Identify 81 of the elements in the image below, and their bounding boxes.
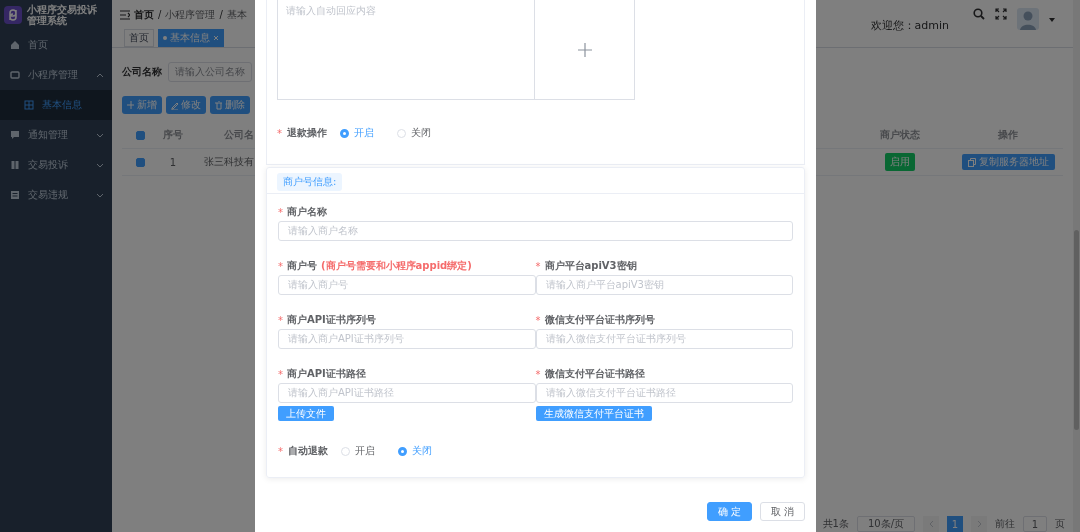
field-label: 商户名称	[287, 205, 327, 219]
upload-button[interactable]: 上传文件	[278, 406, 334, 421]
required-mark: *	[278, 445, 283, 457]
grid-icon	[24, 100, 34, 110]
caret-icon	[96, 131, 104, 139]
section-tag: 商户号信息:	[277, 173, 343, 191]
goto-label: 前往	[995, 517, 1015, 531]
copy-button[interactable]: 复制服务器地址	[961, 154, 1055, 170]
welcome-text: 欢迎您：admin	[870, 18, 949, 33]
total-count: 共1条	[822, 517, 849, 531]
edit-button[interactable]: 修改	[166, 96, 206, 114]
close-icon	[213, 35, 219, 41]
add-button[interactable]: 新增	[122, 96, 162, 114]
breadcrumb-separator: /	[219, 9, 223, 20]
field-label: 商户API证书序列号	[287, 313, 376, 327]
field-label: 微信支付平台证书路径	[544, 367, 645, 381]
field-label: 商户平台apiV3密钥	[544, 259, 637, 273]
trash-icon	[215, 100, 222, 110]
page-input[interactable]: 1	[1023, 516, 1047, 532]
plus-icon	[577, 42, 592, 57]
field-label: 商户号	[287, 259, 317, 273]
menu-item[interactable]: 交易投诉	[0, 150, 112, 180]
page-button[interactable]: 1	[947, 516, 963, 532]
scrollbar[interactable]	[1073, 0, 1080, 532]
chevron-left-icon	[928, 521, 934, 527]
app-title: 小程序交易投诉 管理系统	[27, 4, 97, 26]
image-upload[interactable]	[535, 0, 635, 100]
breadcrumb-link[interactable]: 首页	[134, 7, 154, 22]
radio-option[interactable]: 开启	[340, 126, 374, 140]
breadcrumb-separator: /	[158, 9, 162, 20]
caret-icon	[96, 71, 104, 79]
required-mark: *	[535, 260, 541, 272]
required-mark: *	[278, 260, 283, 272]
required-mark: *	[535, 314, 541, 326]
pencil-icon	[171, 100, 178, 110]
radio-option[interactable]: 关闭	[398, 444, 432, 458]
logo-icon	[4, 6, 22, 24]
plus-icon	[127, 100, 134, 110]
page-tab[interactable]: 基本信息	[158, 29, 224, 47]
chevron-right-icon	[976, 521, 982, 527]
delete-button[interactable]: 删除	[210, 96, 250, 114]
menu-item[interactable]: 交易违规	[0, 180, 112, 210]
submenu-item[interactable]: 基本信息	[0, 90, 112, 120]
status-tag: 启用	[885, 153, 915, 171]
caret-icon	[96, 191, 104, 199]
radio-option[interactable]: 关闭	[397, 126, 431, 140]
page-tab[interactable]: 首页	[124, 29, 154, 47]
caret-icon	[96, 161, 104, 169]
radio[interactable]	[398, 446, 407, 456]
checkbox[interactable]	[135, 157, 145, 167]
checkbox[interactable]	[135, 130, 145, 140]
table-cell-text: 1	[168, 156, 178, 168]
field-label: 自动退款	[288, 444, 328, 458]
table-cell: 张三科技有	[204, 156, 254, 167]
required-mark: *	[278, 314, 283, 326]
required-mark: *	[535, 368, 541, 380]
prev-page-button[interactable]	[923, 516, 939, 532]
fullscreen-icon	[995, 8, 1007, 20]
next-page-button[interactable]	[971, 516, 987, 532]
breadcrumb-link[interactable]: 基本	[226, 7, 247, 22]
avatar[interactable]	[1017, 8, 1039, 30]
menu-item[interactable]: 首页	[0, 30, 112, 60]
field-label: 退款操作	[287, 126, 327, 140]
field-label: 公司名称	[122, 65, 162, 79]
required-mark: *	[277, 127, 282, 139]
caret-icon	[1049, 18, 1055, 22]
copy-icon	[967, 157, 976, 167]
field-label: 微信支付平台证书序列号	[544, 313, 655, 327]
radio-option[interactable]: 开启	[341, 444, 375, 458]
cancel-button[interactable]: 取 消	[759, 502, 805, 521]
confirm-button[interactable]: 确 定	[706, 502, 752, 521]
radio[interactable]	[340, 128, 349, 138]
upload-button[interactable]: 生成微信支付平台证书	[535, 406, 652, 421]
breadcrumb-link[interactable]: 小程序管理	[165, 7, 216, 22]
search-icon	[973, 8, 985, 20]
required-mark: *	[278, 368, 283, 380]
hint-text: (商户号需要和小程序appid绑定)	[321, 259, 472, 273]
page-unit: 页	[1055, 517, 1065, 531]
page-size-select[interactable]: 10条/页	[856, 516, 915, 532]
required-mark: *	[278, 206, 283, 218]
field-label: 商户API证书路径	[287, 367, 366, 381]
